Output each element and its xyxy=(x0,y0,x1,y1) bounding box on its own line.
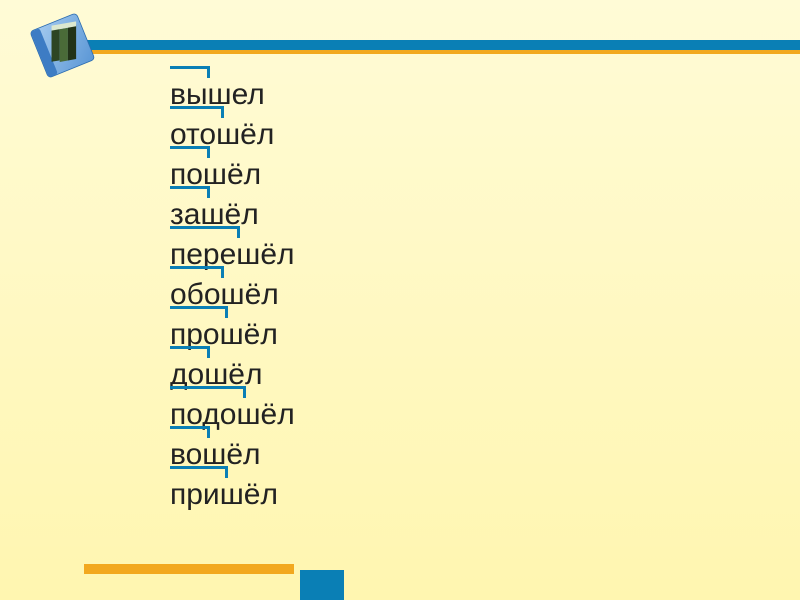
top-accent-bar xyxy=(56,40,800,50)
bottom-accent-bar xyxy=(84,564,294,574)
list-item: пришёл xyxy=(170,470,295,510)
prefix-bracket-icon xyxy=(170,346,210,358)
list-item: вышел xyxy=(170,70,295,110)
list-item: вошёл xyxy=(170,430,295,470)
list-item: обошёл xyxy=(170,270,295,310)
list-item: подошёл xyxy=(170,390,295,430)
list-item: зашёл xyxy=(170,190,295,230)
list-item: пошёл xyxy=(170,150,295,190)
prefix-bracket-icon xyxy=(170,66,210,78)
prefix-bracket-icon xyxy=(170,186,210,198)
slide: вышел отошёл пошёл зашёл перешёл обошёл … xyxy=(0,0,800,600)
prefix-bracket-icon xyxy=(170,426,210,438)
books-icon xyxy=(22,6,104,88)
prefix-bracket-icon xyxy=(170,106,224,118)
prefix-bracket-icon xyxy=(170,226,240,238)
word-text: пришёл xyxy=(170,480,278,510)
list-item: отошёл xyxy=(170,110,295,150)
prefix-bracket-icon xyxy=(170,146,210,158)
list-item: прошёл xyxy=(170,310,295,350)
list-item: дошёл xyxy=(170,350,295,390)
prefix-bracket-icon xyxy=(170,306,228,318)
bottom-accent-block xyxy=(300,570,344,600)
prefix-bracket-icon xyxy=(170,266,224,278)
word-list: вышел отошёл пошёл зашёл перешёл обошёл … xyxy=(170,70,295,510)
list-item: перешёл xyxy=(170,230,295,270)
prefix-bracket-icon xyxy=(170,386,246,398)
prefix-bracket-icon xyxy=(170,466,228,478)
